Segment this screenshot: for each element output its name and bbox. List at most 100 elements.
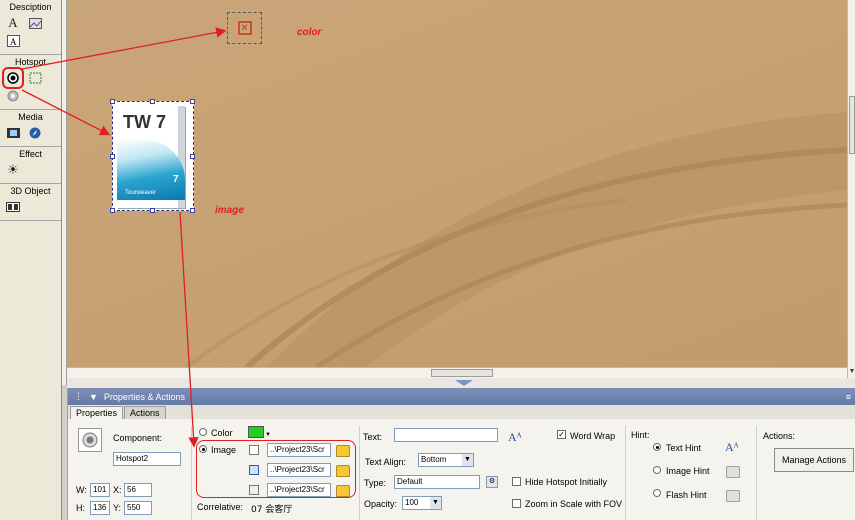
panel-title: Properties & Actions [103, 391, 185, 402]
color-hotspot[interactable]: × [227, 12, 262, 44]
x-label: X: [113, 485, 122, 495]
image-icon[interactable] [28, 16, 42, 30]
horizontal-scroll-thumb[interactable] [431, 369, 493, 377]
panorama-canvas[interactable]: × color TW 7 Tourweaver 7 image [67, 0, 847, 367]
zoom-fov-label: Zoom in Scale with FOV [525, 499, 623, 509]
hide-hotspot-label: Hide Hotspot Initially [525, 477, 608, 487]
hint-label: Hint: [631, 430, 650, 440]
text-align-value: Bottom [421, 455, 447, 464]
section-divider [191, 426, 192, 520]
hide-hotspot-checkbox[interactable] [512, 477, 521, 486]
collapse-triangle-icon[interactable]: ▼ [89, 392, 98, 402]
h-label: H: [76, 503, 85, 513]
collapse-arrow-icon[interactable] [455, 380, 473, 386]
tab-properties[interactable]: Properties [70, 406, 124, 419]
manage-actions-button[interactable]: Manage Actions [774, 448, 854, 472]
color-swatch[interactable] [248, 426, 264, 438]
svg-text:A: A [10, 37, 17, 47]
image-path-click[interactable]: ..\Project23\Scr [267, 483, 331, 497]
word-wrap-checkbox[interactable]: ✓ [557, 430, 566, 439]
point-hotspot-icon[interactable] [2, 67, 24, 89]
image-hotspot[interactable]: TW 7 Tourweaver 7 [112, 101, 194, 211]
browse-folder-icon[interactable] [336, 485, 350, 497]
product-box-image: TW 7 Tourweaver 7 [117, 106, 185, 208]
x-input[interactable]: 56 [124, 483, 152, 497]
text-box-icon[interactable]: A [6, 34, 20, 48]
type-input[interactable]: Default [394, 475, 480, 489]
toolbox-media-group: Media [0, 110, 61, 147]
type-options-icon[interactable]: ⚙ [486, 476, 498, 488]
vertical-scroll-thumb[interactable] [849, 96, 855, 154]
scroll-down-arrow-icon[interactable]: ▼ [848, 368, 855, 378]
film-icon[interactable] [6, 126, 20, 140]
resize-handle[interactable] [190, 99, 195, 104]
color-radio[interactable] [199, 428, 207, 436]
image-path-hover[interactable]: ..\Project23\Scr [267, 463, 331, 477]
product-number: 7 [173, 174, 179, 185]
y-input[interactable]: 550 [124, 501, 152, 515]
sun-icon[interactable]: ☀ [6, 162, 20, 177]
zoom-fov-checkbox[interactable] [512, 499, 521, 508]
section-divider [625, 426, 626, 520]
panel-splitter[interactable] [67, 378, 855, 388]
resize-handle[interactable] [150, 99, 155, 104]
text-align-select[interactable]: Bottom ▼ [418, 453, 474, 467]
width-input[interactable]: 101 [90, 483, 110, 497]
toolbox-effect-group: Effect ☀ [0, 147, 61, 184]
browse-folder-icon[interactable] [336, 465, 350, 477]
component-name-input[interactable]: Hotspot2 [113, 452, 181, 466]
chevron-down-icon: ▼ [430, 497, 441, 509]
toolbox-description-group: Desciption A A [0, 0, 61, 55]
flash-hint-label: Flash Hint [666, 490, 707, 500]
correlative-value: 07 会客厅 [251, 505, 293, 515]
browse-folder-icon[interactable] [336, 445, 350, 457]
resize-handle[interactable] [150, 208, 155, 213]
resize-handle[interactable] [110, 154, 115, 159]
actions-label: Actions: [763, 431, 796, 441]
toolbox-media-title: Media [18, 112, 43, 122]
compass-icon[interactable] [28, 126, 42, 140]
word-wrap-label: Word Wrap [570, 431, 616, 441]
y-label: Y: [113, 503, 122, 513]
opacity-select[interactable]: 100 ▼ [402, 496, 442, 510]
component-label: Component: [113, 433, 163, 443]
image-hint-radio[interactable] [653, 466, 661, 474]
panel-menu-icon[interactable]: ≡ [846, 392, 851, 402]
panel-titlebar: ⋮ ▼ Properties & Actions ≡ [68, 388, 855, 405]
height-input[interactable]: 136 [90, 501, 110, 515]
w-label: W: [76, 485, 87, 495]
resize-handle[interactable] [110, 208, 115, 213]
opacity-label: Opacity: [364, 499, 398, 509]
text-input[interactable] [394, 428, 498, 442]
color-dropdown-icon[interactable]: ▼ [265, 432, 271, 438]
rotate-icon[interactable] [6, 89, 20, 103]
grip-icon[interactable]: ⋮ [74, 391, 83, 402]
canvas-vertical-scrollbar[interactable]: ▼ [847, 0, 855, 378]
image-path-normal[interactable]: ..\Project23\Scr [267, 443, 331, 457]
image-radio[interactable] [199, 445, 207, 453]
resize-handle[interactable] [110, 99, 115, 104]
resize-handle[interactable] [190, 208, 195, 213]
flash-hint-radio[interactable] [653, 489, 661, 497]
tab-actions[interactable]: Actions [124, 406, 166, 419]
section-divider [756, 426, 757, 520]
component-icon [78, 428, 102, 452]
3d-object-icon[interactable] [6, 200, 20, 214]
toolbox-description-title: Desciption [9, 2, 52, 12]
canvas-horizontal-scrollbar[interactable] [67, 367, 847, 378]
font-settings-icon[interactable]: Aᴬ [508, 430, 522, 445]
image-hint-folder-icon[interactable] [726, 466, 740, 478]
resize-handle[interactable] [190, 154, 195, 159]
toolbox-effect-title: Effect [19, 149, 42, 159]
rect-hotspot-icon[interactable] [28, 71, 42, 85]
text-hint-radio[interactable] [653, 443, 661, 451]
text-label: Text: [363, 432, 383, 442]
text-icon[interactable]: A [6, 15, 20, 30]
annotation-color: color [297, 27, 322, 38]
image-label: Image [211, 445, 237, 455]
flash-hint-folder-icon[interactable] [726, 490, 740, 502]
color-hotspot-marker-icon: × [237, 21, 252, 35]
hint-font-icon[interactable]: Aᴬ [725, 440, 739, 455]
color-label: Color [211, 428, 233, 438]
text-align-label: Text Align: [365, 457, 407, 467]
